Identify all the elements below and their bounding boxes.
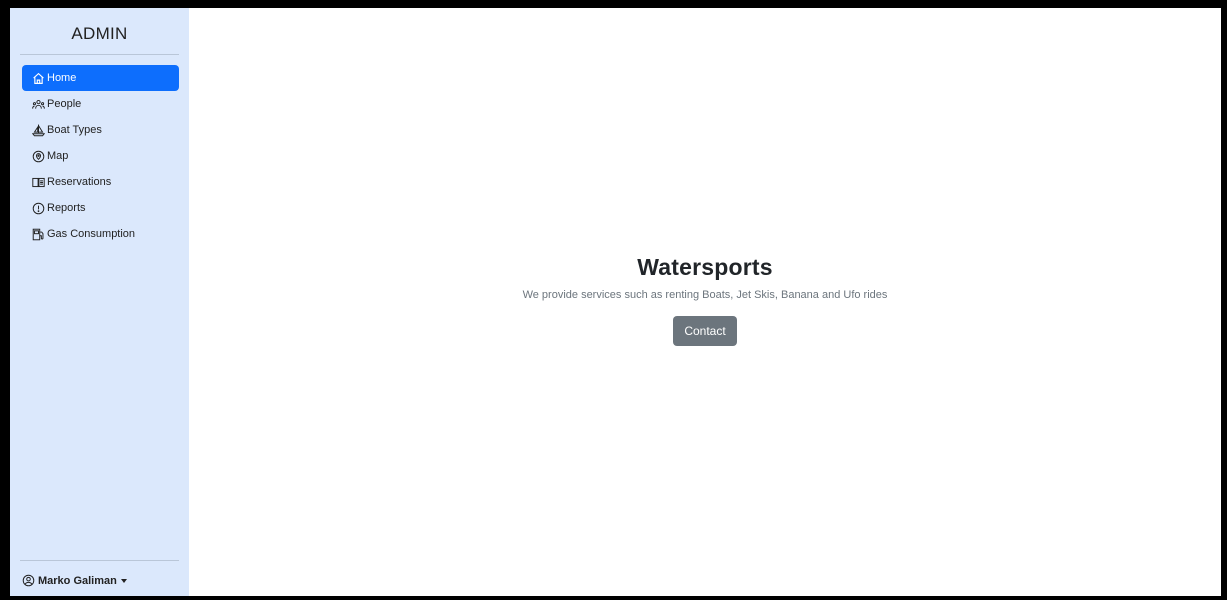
contact-button[interactable]: Contact [673, 316, 737, 346]
sidebar-item-gas-consumption[interactable]: Gas Consumption [22, 221, 179, 247]
sidebar-item-label: Home [47, 72, 77, 84]
sidebar-item-home[interactable]: Home [22, 65, 179, 91]
book-icon [32, 176, 45, 189]
sidebar-item-label: Reports [47, 202, 86, 214]
sidebar-item-map[interactable]: Map [22, 143, 179, 169]
sidebar: ADMIN Home People Boat Types Map Reserva… [10, 8, 189, 596]
page-title: Watersports [637, 254, 773, 280]
sidebar-footer-divider [20, 560, 179, 561]
alert-circle-icon [32, 202, 45, 215]
sidebar-item-label: Gas Consumption [47, 228, 136, 240]
brand-title: ADMIN [71, 24, 128, 43]
sailboat-icon [32, 123, 45, 137]
hero-section: Watersports We provide services such as … [189, 254, 1221, 346]
page-subtitle: We provide services such as renting Boat… [522, 289, 888, 301]
sidebar-item-boat-types[interactable]: Boat Types [22, 117, 179, 143]
caret-down-icon [120, 578, 127, 583]
sidebar-item-label: People [47, 98, 82, 110]
sidebar-divider [20, 54, 179, 55]
user-menu-dropdown[interactable]: Marko Galiman [22, 574, 127, 587]
sidebar-item-reports[interactable]: Reports [22, 195, 179, 221]
app-window: ADMIN Home People Boat Types Map Reserva… [10, 8, 1221, 596]
home-icon [32, 72, 45, 85]
user-circle-icon [22, 574, 35, 587]
sidebar-item-label: Reservations [47, 176, 112, 188]
map-pin-icon [32, 150, 45, 163]
sidebar-item-label: Boat Types [47, 124, 102, 136]
sidebar-nav: Home People Boat Types Map Reservations … [10, 65, 189, 247]
fuel-pump-icon [32, 228, 45, 241]
sidebar-item-label: Map [47, 150, 69, 162]
user-name: Marko Galiman [38, 574, 117, 587]
main-content: Watersports We provide services such as … [189, 8, 1221, 596]
people-icon [32, 98, 45, 111]
sidebar-item-people[interactable]: People [22, 91, 179, 117]
sidebar-item-reservations[interactable]: Reservations [22, 169, 179, 195]
